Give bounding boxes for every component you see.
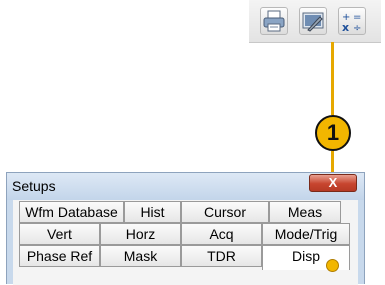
dialog-title: Setups: [12, 178, 56, 194]
tab-wfm-database[interactable]: Wfm Database: [19, 201, 124, 223]
setups-dialog: Setups X Wfm Database Hist Cursor Meas V…: [6, 172, 365, 285]
svg-text:x: x: [342, 21, 349, 34]
svg-text:÷: ÷: [353, 23, 361, 34]
close-button[interactable]: X: [309, 174, 357, 192]
tab-phase-ref[interactable]: Phase Ref: [19, 245, 100, 267]
tab-vert[interactable]: Vert: [19, 223, 100, 245]
tab-meas[interactable]: Meas: [269, 201, 341, 223]
tab-acq[interactable]: Acq: [181, 223, 262, 245]
tab-hist[interactable]: Hist: [124, 201, 181, 223]
callout-target-dot: [326, 259, 339, 272]
dialog-titlebar[interactable]: Setups X: [7, 173, 364, 200]
callout-badge: 1: [315, 115, 351, 151]
tab-area: Wfm Database Hist Cursor Meas Vert Horz …: [13, 200, 358, 285]
calculator-button[interactable]: + = x ÷: [338, 7, 366, 35]
printer-icon: [263, 10, 285, 32]
tab-mask[interactable]: Mask: [100, 245, 181, 267]
calculator-icon: + = x ÷: [342, 12, 361, 34]
setup-wrench-icon: [302, 12, 324, 32]
callout-leader-line: [331, 42, 334, 115]
setup-button[interactable]: [299, 7, 327, 35]
close-icon: X: [328, 175, 338, 190]
print-button[interactable]: [260, 7, 288, 35]
tab-mode-trig[interactable]: Mode/Trig: [262, 223, 350, 245]
toolbar: + = x ÷: [249, 0, 381, 43]
svg-text:=: =: [353, 12, 361, 23]
tab-tdr[interactable]: TDR: [181, 245, 262, 267]
tab-cursor[interactable]: Cursor: [181, 201, 269, 223]
tab-horz[interactable]: Horz: [100, 223, 181, 245]
